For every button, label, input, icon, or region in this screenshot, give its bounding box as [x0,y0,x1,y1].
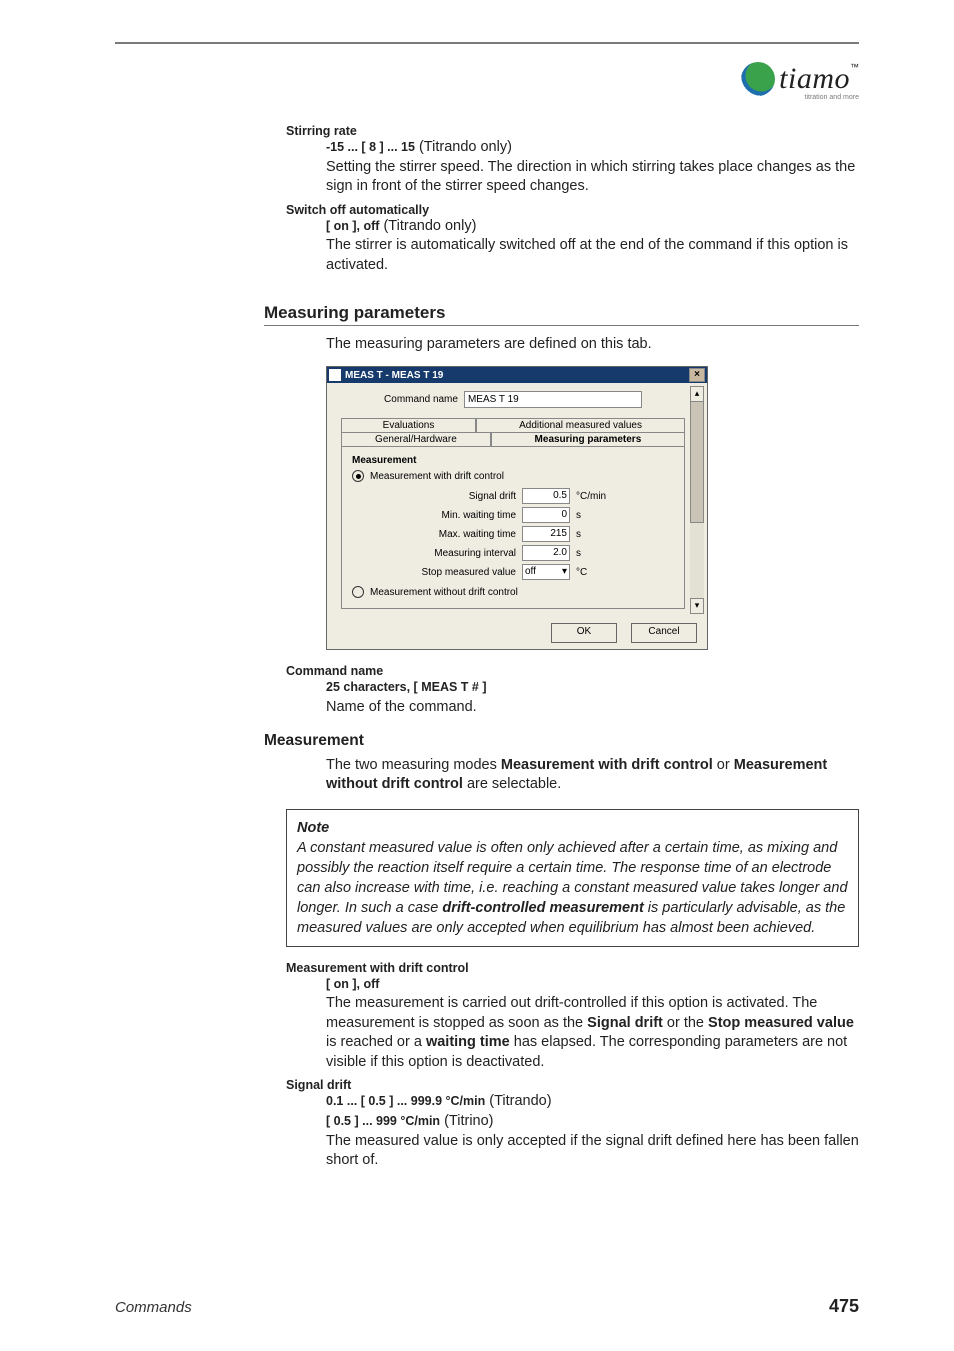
dialog-title-bar: MEAS T - MEAS T 19 × [327,367,707,383]
stop-value-selected: off [525,565,536,579]
param-meas-drift-range: [ on ], off [326,977,379,991]
signal-drift-unit: °C/min [576,491,606,502]
logo-text: tiamo [779,62,850,95]
param-meas-drift-name: Measurement with drift control [286,961,859,975]
measuring-parameters-intro: The measuring parameters are defined on … [326,336,859,352]
subheading-measurement: Measurement [264,732,859,750]
param-signal-drift-name: Signal drift [286,1078,859,1092]
tab-evaluations[interactable]: Evaluations [341,418,476,432]
param-switchoff-desc: The stirrer is automatically switched of… [326,237,848,273]
chevron-down-icon: ▾ [562,565,567,579]
radio-without-drift[interactable] [352,586,364,598]
logo: tiamo™ titration and more [739,62,859,106]
param-signal-drift-range2: [ 0.5 ] ... 999 °C/min [326,1114,440,1128]
max-wait-input[interactable]: 215 [522,526,570,542]
min-wait-label: Min. waiting time [366,510,522,521]
heading-measuring-parameters: Measuring parameters [264,303,859,323]
tab-measuring-parameters[interactable]: Measuring parameters [491,432,685,446]
param-switchoff-range: [ on ], off [326,219,379,233]
tabs: Evaluations Additional measured values G… [341,418,685,609]
stop-value-label: Stop measured value [366,567,522,578]
note-body: A constant measured value is often only … [297,838,848,938]
stop-value-select[interactable]: off ▾ [522,564,570,580]
min-wait-unit: s [576,510,581,521]
ok-button[interactable]: OK [551,623,617,643]
cancel-button[interactable]: Cancel [631,623,697,643]
interval-unit: s [576,548,581,559]
param-command-name-desc: Name of the command. [326,699,477,715]
scrollbar[interactable]: ▴ ▾ [690,386,704,614]
tab-general-hardware[interactable]: General/Hardware [341,432,491,446]
param-meas-drift-desc: The measurement is carried out drift-con… [326,995,854,1070]
logo-swoosh-icon [741,62,775,96]
group-measurement: Measurement [352,455,674,466]
command-name-label: Command name [384,394,458,405]
param-signal-drift-desc: The measured value is only accepted if t… [326,1133,859,1169]
heading-rule [264,325,859,326]
radio-with-drift[interactable] [352,470,364,482]
param-switchoff-annot: (Titrando only) [379,218,476,234]
tab-panel: Measurement Measurement with drift contr… [341,446,685,609]
signal-drift-input[interactable]: 0.5 [522,488,570,504]
param-stirring-rate-annot: (Titrando only) [415,139,512,155]
dialog-title: MEAS T - MEAS T 19 [345,370,443,381]
param-signal-drift-range1: 0.1 ... [ 0.5 ] ... 999.9 °C/min [326,1094,485,1108]
command-name-input[interactable] [464,391,642,408]
close-button[interactable]: × [689,368,705,382]
dialog-app-icon [329,369,341,381]
signal-drift-label: Signal drift [366,491,522,502]
radio-without-drift-label: Measurement without drift control [370,587,518,598]
param-signal-drift-annot1: (Titrando) [485,1093,551,1109]
param-switchoff-name: Switch off automatically [286,203,859,217]
measurement-modes-para: The two measuring modes Measurement with… [326,756,859,795]
param-command-name: Command name [286,664,859,678]
param-command-name-range: 25 characters, [ MEAS T # ] [326,680,486,694]
param-signal-drift-annot2: (Titrino) [440,1113,493,1129]
note-box: Note A constant measured value is often … [286,809,859,947]
note-heading: Note [297,818,848,838]
interval-label: Measuring interval [366,548,522,559]
interval-input[interactable]: 2.0 [522,545,570,561]
max-wait-label: Max. waiting time [366,529,522,540]
param-stirring-rate-name: Stirring rate [286,124,859,138]
max-wait-unit: s [576,529,581,540]
footer-page-number: 475 [829,1296,859,1317]
logo-tm: ™ [850,62,859,72]
tab-additional-measured-values[interactable]: Additional measured values [476,418,685,432]
param-stirring-rate-desc: Setting the stirrer speed. The direction… [326,159,855,195]
footer-section: Commands [115,1299,192,1316]
scroll-down-button[interactable]: ▾ [690,598,704,614]
scroll-thumb[interactable] [690,401,704,523]
stop-value-unit: °C [576,567,587,578]
min-wait-input[interactable]: 0 [522,507,570,523]
header-rule [115,42,859,44]
scroll-up-button[interactable]: ▴ [690,386,704,402]
dialog-meas-t: MEAS T - MEAS T 19 × ▴ ▾ Command name Ev… [326,366,708,650]
radio-with-drift-label: Measurement with drift control [370,471,504,482]
param-stirring-rate-range: -15 ... [ 8 ] ... 15 [326,140,415,154]
